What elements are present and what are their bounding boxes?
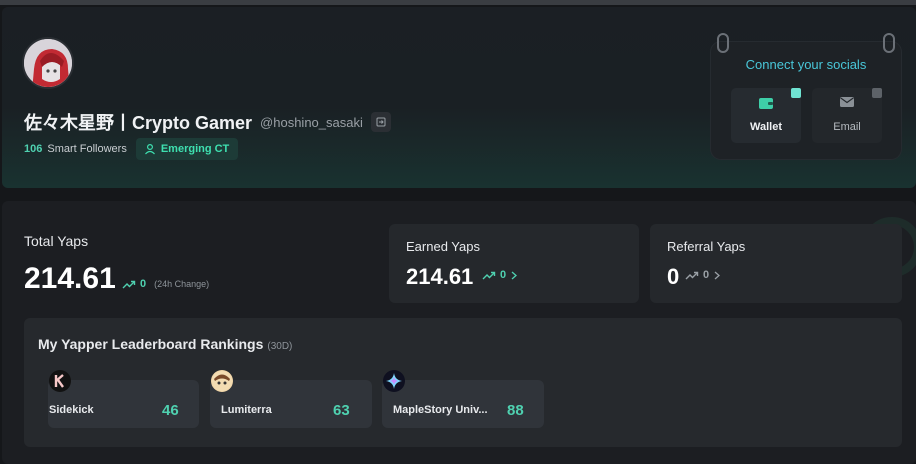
earned-yaps-change: 0: [482, 269, 518, 281]
wallet-label: Wallet: [750, 121, 782, 133]
total-yaps-change-label: (24h Change): [154, 279, 210, 289]
chevron-right-icon[interactable]: [714, 271, 721, 280]
leaderboard-title-row: My Yapper Leaderboard Rankings (30D): [38, 336, 292, 352]
connect-socials-title: Connect your socials: [745, 57, 867, 72]
profile-handle[interactable]: @hoshino_sasaki: [260, 115, 363, 130]
chevron-right-icon[interactable]: [511, 271, 518, 280]
user-icon: [144, 143, 155, 155]
referral-yaps-change-value: 0: [703, 269, 710, 281]
status-badge: Emerging CT: [135, 138, 239, 160]
connected-check-icon: [791, 88, 801, 98]
connect-socials-panel: Connect your socials Wallet Email: [711, 33, 901, 159]
referral-yaps-card[interactable]: Referral Yaps 0 0: [650, 224, 902, 303]
wallet-icon: [759, 98, 773, 109]
leaderboard-rankings-panel: My Yapper Leaderboard Rankings (30D) Sid…: [24, 318, 902, 447]
total-yaps-label: Total Yaps: [24, 233, 89, 249]
total-yaps-change: 0 (24h Change): [122, 278, 209, 290]
total-yaps-change-value: 0: [140, 278, 147, 290]
maplestory-logo-icon: [383, 370, 405, 392]
smart-followers-label: Smart Followers: [47, 143, 127, 155]
leaderboard-item[interactable]: Lumiterra 63: [210, 370, 372, 428]
open-profile-icon: [376, 117, 386, 127]
followers-row: 106 Smart Followers Emerging CT: [24, 138, 239, 160]
status-badge-label: Emerging CT: [160, 143, 230, 155]
referral-yaps-label: Referral Yaps: [667, 239, 746, 254]
leaderboard-period: (30D): [267, 341, 293, 352]
profile-name: 佐々木星野丨Crypto Gamer: [24, 113, 253, 133]
earned-yaps-card[interactable]: Earned Yaps 214.61 0: [389, 224, 639, 303]
top-divider: [0, 0, 916, 5]
leaderboard-item-rank: 88: [507, 402, 524, 419]
leaderboard-item-name: MapleStory Univ...: [393, 404, 488, 416]
sidekick-logo-icon: [49, 370, 71, 392]
smart-followers-count: 106: [24, 143, 43, 155]
trend-up-icon: [685, 271, 699, 279]
leaderboard-item[interactable]: Sidekick 46: [48, 370, 199, 428]
earned-yaps-change-value: 0: [500, 269, 507, 281]
trend-up-icon: [482, 271, 496, 279]
profile-link-button[interactable]: [370, 112, 391, 132]
earned-yaps-label: Earned Yaps: [406, 239, 480, 254]
referral-yaps-value: 0: [667, 264, 680, 289]
trend-up-icon: [122, 280, 136, 288]
profile-name-row: 佐々木星野丨Crypto Gamer @hoshino_sasaki: [24, 109, 391, 135]
leaderboard-item-name: Sidekick: [49, 404, 94, 416]
leaderboard-item[interactable]: MapleStory Univ... 88: [382, 370, 544, 428]
wallet-button[interactable]: Wallet: [731, 88, 801, 143]
leaderboard-item-rank: 46: [162, 402, 179, 419]
binder-ring-right: [883, 33, 895, 53]
leaderboard-item-rank: 63: [333, 402, 350, 419]
earned-yaps-value: 214.61: [406, 264, 474, 289]
leaderboard-title: My Yapper Leaderboard Rankings: [38, 336, 264, 352]
email-label: Email: [833, 121, 861, 133]
unconnected-check-icon: [872, 88, 882, 98]
email-button[interactable]: Email: [812, 88, 882, 143]
total-yaps-value: 214.61: [24, 262, 116, 295]
lumiterra-logo-icon: [211, 370, 233, 392]
binder-ring-left: [717, 33, 729, 53]
avatar[interactable]: [22, 37, 74, 89]
referral-yaps-change: 0: [685, 269, 721, 281]
leaderboard-item-name: Lumiterra: [221, 404, 272, 416]
email-icon: [840, 97, 854, 107]
